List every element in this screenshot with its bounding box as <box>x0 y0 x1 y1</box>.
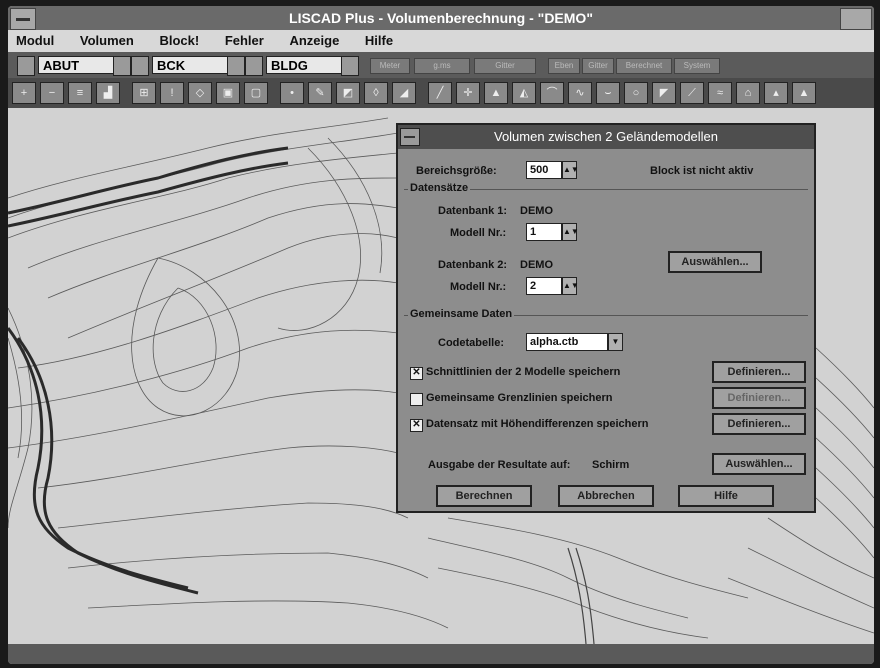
datensaetze-label: Datensätze <box>408 182 471 194</box>
toolbar-button-system[interactable]: System <box>674 58 720 74</box>
menu-anzeige[interactable]: Anzeige <box>289 33 339 48</box>
window-title: LISCAD Plus - Volumenberechnung - "DEMO" <box>289 10 593 26</box>
menu-volumen[interactable]: Volumen <box>80 33 134 48</box>
berechnen-button[interactable]: Berechnen <box>436 485 532 507</box>
db1-label: Datenbank 1: <box>438 205 508 217</box>
menu-hilfe[interactable]: Hilfe <box>365 33 393 48</box>
db2-value: DEMO <box>520 259 553 271</box>
ausgabe-label: Ausgabe der Resultate auf: <box>428 459 571 471</box>
check2-checkbox[interactable] <box>410 393 423 406</box>
modell2-label: Modell Nr.: <box>450 281 507 293</box>
toolbar-button-gitter-2[interactable]: Gitter <box>582 58 614 74</box>
layer-toolbar: ABUT BCK BLDG Meter g.ms Gitter Eben Git… <box>8 52 874 78</box>
app-window: LISCAD Plus - Volumenberechnung - "DEMO"… <box>8 6 874 664</box>
edit-icon[interactable]: ✎ <box>308 82 332 104</box>
surface-icon[interactable]: ◩ <box>336 82 360 104</box>
codetabelle-label: Codetabelle: <box>438 337 505 349</box>
slope-icon[interactable]: ⟋ <box>680 82 704 104</box>
menu-fehler[interactable]: Fehler <box>225 33 264 48</box>
system-menu-icon[interactable] <box>10 8 36 30</box>
shape-icon[interactable]: ◇ <box>188 82 212 104</box>
circle-icon[interactable]: ○ <box>624 82 648 104</box>
bereich-field[interactable]: 500 <box>526 161 562 179</box>
dropdown-arrow-icon[interactable] <box>227 56 245 76</box>
hill-icon[interactable]: ▲ <box>792 82 816 104</box>
toolbar-button-gitter[interactable]: Gitter <box>474 58 536 74</box>
toolbar-button-meter[interactable]: Meter <box>370 58 410 74</box>
info-icon[interactable]: ! <box>160 82 184 104</box>
zoom-in-icon[interactable]: + <box>12 82 36 104</box>
ausgabe-value: Schirm <box>592 459 630 471</box>
contour-icon[interactable]: ◭ <box>512 82 536 104</box>
auswaehlen-ausgabe-button[interactable]: Auswählen... <box>712 453 806 475</box>
list-icon[interactable]: ≡ <box>68 82 92 104</box>
toolbar-button-eben[interactable]: Eben <box>548 58 580 74</box>
block-status: Block ist nicht aktiv <box>650 165 754 177</box>
check3-checkbox[interactable]: ✕ <box>410 419 423 432</box>
profile-icon[interactable]: ⌒ <box>540 82 564 104</box>
check1-checkbox[interactable]: ✕ <box>410 367 423 380</box>
modell1-label: Modell Nr.: <box>450 227 507 239</box>
bereich-dropdown-icon[interactable]: ▲▼ <box>562 161 579 179</box>
volume-icon[interactable]: ◤ <box>652 82 676 104</box>
codetabelle-dropdown-icon[interactable]: ▼ <box>608 333 623 351</box>
toolbar-button-gms[interactable]: g.ms <box>414 58 470 74</box>
layer-icon <box>245 56 263 76</box>
modell2-dropdown-icon[interactable]: ▲▼ <box>562 277 579 295</box>
point-icon[interactable]: • <box>280 82 304 104</box>
menu-modul[interactable]: Modul <box>16 33 54 48</box>
wave-icon[interactable]: ≈ <box>708 82 732 104</box>
dialog-title: Volumen zwischen 2 Geländemodellen <box>493 129 719 144</box>
minimize-maximize-icon[interactable] <box>840 8 872 30</box>
gemeinsame-label: Gemeinsame Daten <box>408 308 515 320</box>
abbrechen-button[interactable]: Abbrechen <box>558 485 654 507</box>
title-bar: LISCAD Plus - Volumenberechnung - "DEMO" <box>8 6 874 30</box>
terrain-icon[interactable]: ▴ <box>764 82 788 104</box>
dropdown-arrow-icon[interactable] <box>113 56 131 76</box>
monitor-icon[interactable]: ▢ <box>244 82 268 104</box>
db2-label: Datenbank 2: <box>438 259 508 271</box>
layer-combo-1[interactable]: ABUT <box>17 56 131 76</box>
definieren-button-1[interactable]: Definieren... <box>712 361 806 383</box>
db1-value: DEMO <box>520 205 553 217</box>
cross-icon[interactable]: ✛ <box>456 82 480 104</box>
dialog-system-menu-icon[interactable] <box>400 128 420 146</box>
curve-icon[interactable]: ⌣ <box>596 82 620 104</box>
menu-block[interactable]: Block! <box>159 33 199 48</box>
definieren-button-2[interactable]: Definieren... <box>712 387 806 409</box>
definieren-button-3[interactable]: Definieren... <box>712 413 806 435</box>
line-icon[interactable]: ╱ <box>428 82 452 104</box>
check3-label: Datensatz mit Höhendifferenzen speichern <box>426 418 649 430</box>
toolbar-button-berechnet[interactable]: Berechnet <box>616 58 672 74</box>
auswaehlen-datenbank-button[interactable]: Auswählen... <box>668 251 762 273</box>
modell1-field[interactable]: 1 <box>526 223 562 241</box>
dialog-title-bar: Volumen zwischen 2 Geländemodellen <box>398 125 814 149</box>
layer-icon <box>17 56 35 76</box>
layer-combo-3[interactable]: BLDG <box>245 56 359 76</box>
grid-icon[interactable]: ⊞ <box>132 82 156 104</box>
mound-icon[interactable]: ⌂ <box>736 82 760 104</box>
plane-icon[interactable]: ◢ <box>392 82 416 104</box>
layer-icon <box>131 56 149 76</box>
volume-dialog: Volumen zwischen 2 Geländemodellen Berei… <box>396 123 816 513</box>
codetabelle-field[interactable]: alpha.ctb <box>526 333 608 351</box>
tool-icon-bar: + − ≡ ▟ ⊞ ! ◇ ▣ ▢ • ✎ ◩ ◊ ◢ ╱ ✛ ▲ ◭ ⌒ ∿ … <box>8 78 874 108</box>
zoom-out-icon[interactable]: − <box>40 82 64 104</box>
triangle-icon[interactable]: ▲ <box>484 82 508 104</box>
polygon-icon[interactable]: ◊ <box>364 82 388 104</box>
dropdown-arrow-icon[interactable] <box>341 56 359 76</box>
bereich-label: Bereichsgröße: <box>416 165 497 177</box>
section-icon[interactable]: ∿ <box>568 82 592 104</box>
layer-combo-2[interactable]: BCK <box>131 56 245 76</box>
modell1-dropdown-icon[interactable]: ▲▼ <box>562 223 579 241</box>
menu-bar: Modul Volumen Block! Fehler Anzeige Hilf… <box>8 30 874 52</box>
camera-icon[interactable]: ▣ <box>216 82 240 104</box>
hilfe-button[interactable]: Hilfe <box>678 485 774 507</box>
check2-label: Gemeinsame Grenzlinien speichern <box>426 392 613 404</box>
status-bar <box>8 644 874 664</box>
layer-view-icon[interactable]: ▟ <box>96 82 120 104</box>
check1-label: Schnittlinien der 2 Modelle speichern <box>426 366 621 378</box>
modell2-field[interactable]: 2 <box>526 277 562 295</box>
